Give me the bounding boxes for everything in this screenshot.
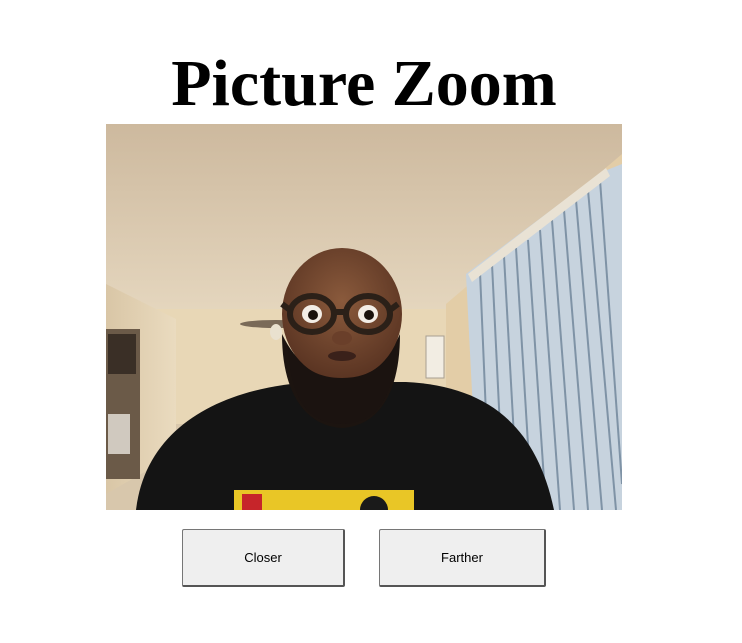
farther-button[interactable]: Farther [379, 529, 546, 587]
zoom-photo [106, 124, 622, 510]
page-title: Picture Zoom [171, 47, 557, 120]
closer-button[interactable]: Closer [182, 529, 345, 587]
